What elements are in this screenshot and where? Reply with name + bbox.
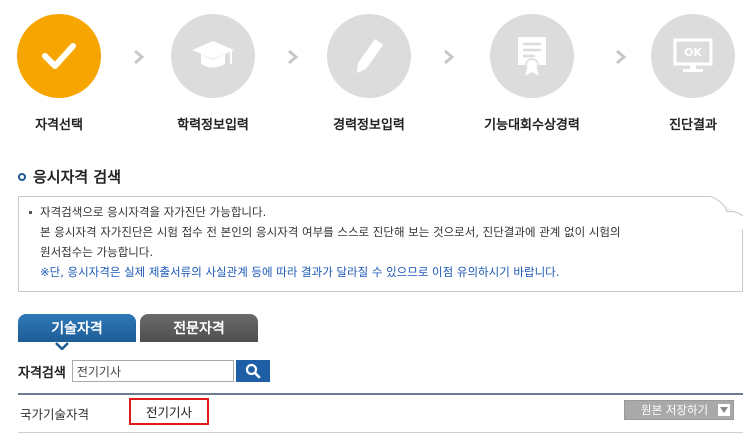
result-item-electrical-engineer[interactable]: 전기기사 — [129, 398, 209, 425]
step-skill-competition-awards: 기능대회수상경력 — [457, 14, 607, 133]
certificate-icon — [518, 37, 546, 76]
notice-line: 자격검색으로 응시자격을 자가진단 가능합니다. — [40, 205, 267, 219]
step-label: 자격선택 — [35, 118, 83, 133]
chevron-right-icon — [444, 49, 455, 65]
step-circle — [171, 14, 255, 98]
step-label: 경력정보입력 — [333, 118, 405, 133]
graduation-cap-icon — [192, 41, 234, 68]
divider — [18, 393, 743, 395]
step-circle — [490, 14, 574, 98]
notice-line: 본 응시자격 자가진단은 시험 접수 전 본인의 응시자격 여부를 스스로 진단… — [40, 225, 621, 239]
notice-line: 원서접수는 가능합니다. — [40, 245, 154, 259]
step-label: 기능대회수상경력 — [484, 118, 580, 133]
dropdown-arrow-icon — [718, 404, 730, 416]
result-row: 국가기술자격 전기기사 원본 저장하기 — [18, 398, 743, 428]
step-career-input: 경력정보입력 — [294, 14, 444, 133]
tab-professional-qualification[interactable]: 전문자격 — [140, 314, 258, 342]
monitor-ok-text: OK — [684, 45, 702, 59]
result-category: 국가기술자격 — [20, 407, 90, 422]
save-original-button[interactable]: 원본 저장하기 — [624, 400, 734, 420]
qualification-search: 자격검색 — [18, 360, 270, 382]
step-circle: OK — [651, 14, 735, 98]
page-fold-icon — [709, 196, 743, 230]
qualification-tabs: 기술자격 전문자격 — [18, 314, 743, 350]
step-qualification-select: 자격선택 — [0, 14, 134, 133]
step-label: 학력정보입력 — [177, 118, 249, 133]
notice-caution: ※단, 응시자격은 실제 제출서류의 사실관계 등에 따라 결과가 달라질 수 … — [40, 265, 560, 279]
divider — [18, 432, 743, 433]
check-icon — [42, 43, 76, 69]
step-circle — [17, 14, 101, 98]
chevron-down-icon — [55, 342, 69, 350]
step-label: 진단결과 — [669, 118, 717, 133]
notice-box: 자격검색으로 응시자격을 자가진단 가능합니다. 본 응시자격 자가진단은 시험… — [18, 196, 743, 292]
pencil-icon — [357, 39, 383, 73]
search-label: 자격검색 — [18, 365, 66, 381]
search-button[interactable] — [235, 360, 270, 382]
step-education-input: 학력정보입력 — [138, 14, 288, 133]
circle-bullet-icon — [18, 172, 26, 181]
search-icon — [245, 363, 261, 379]
save-button-label: 원본 저장하기 — [641, 403, 709, 417]
search-input[interactable] — [71, 360, 234, 382]
tab-technical-qualification[interactable]: 기술자격 — [18, 314, 136, 342]
section-title: 응시자격 검색 — [18, 166, 121, 187]
section-title-text: 응시자격 검색 — [33, 168, 122, 186]
progress-steps: 자격선택 학력정보입력 경력정보입력 기능대회수상경력 OK 진단결과 — [0, 14, 750, 134]
bullet-dot-icon — [29, 211, 32, 214]
step-diagnosis-result: OK 진단결과 — [618, 14, 750, 133]
step-circle — [327, 14, 411, 98]
